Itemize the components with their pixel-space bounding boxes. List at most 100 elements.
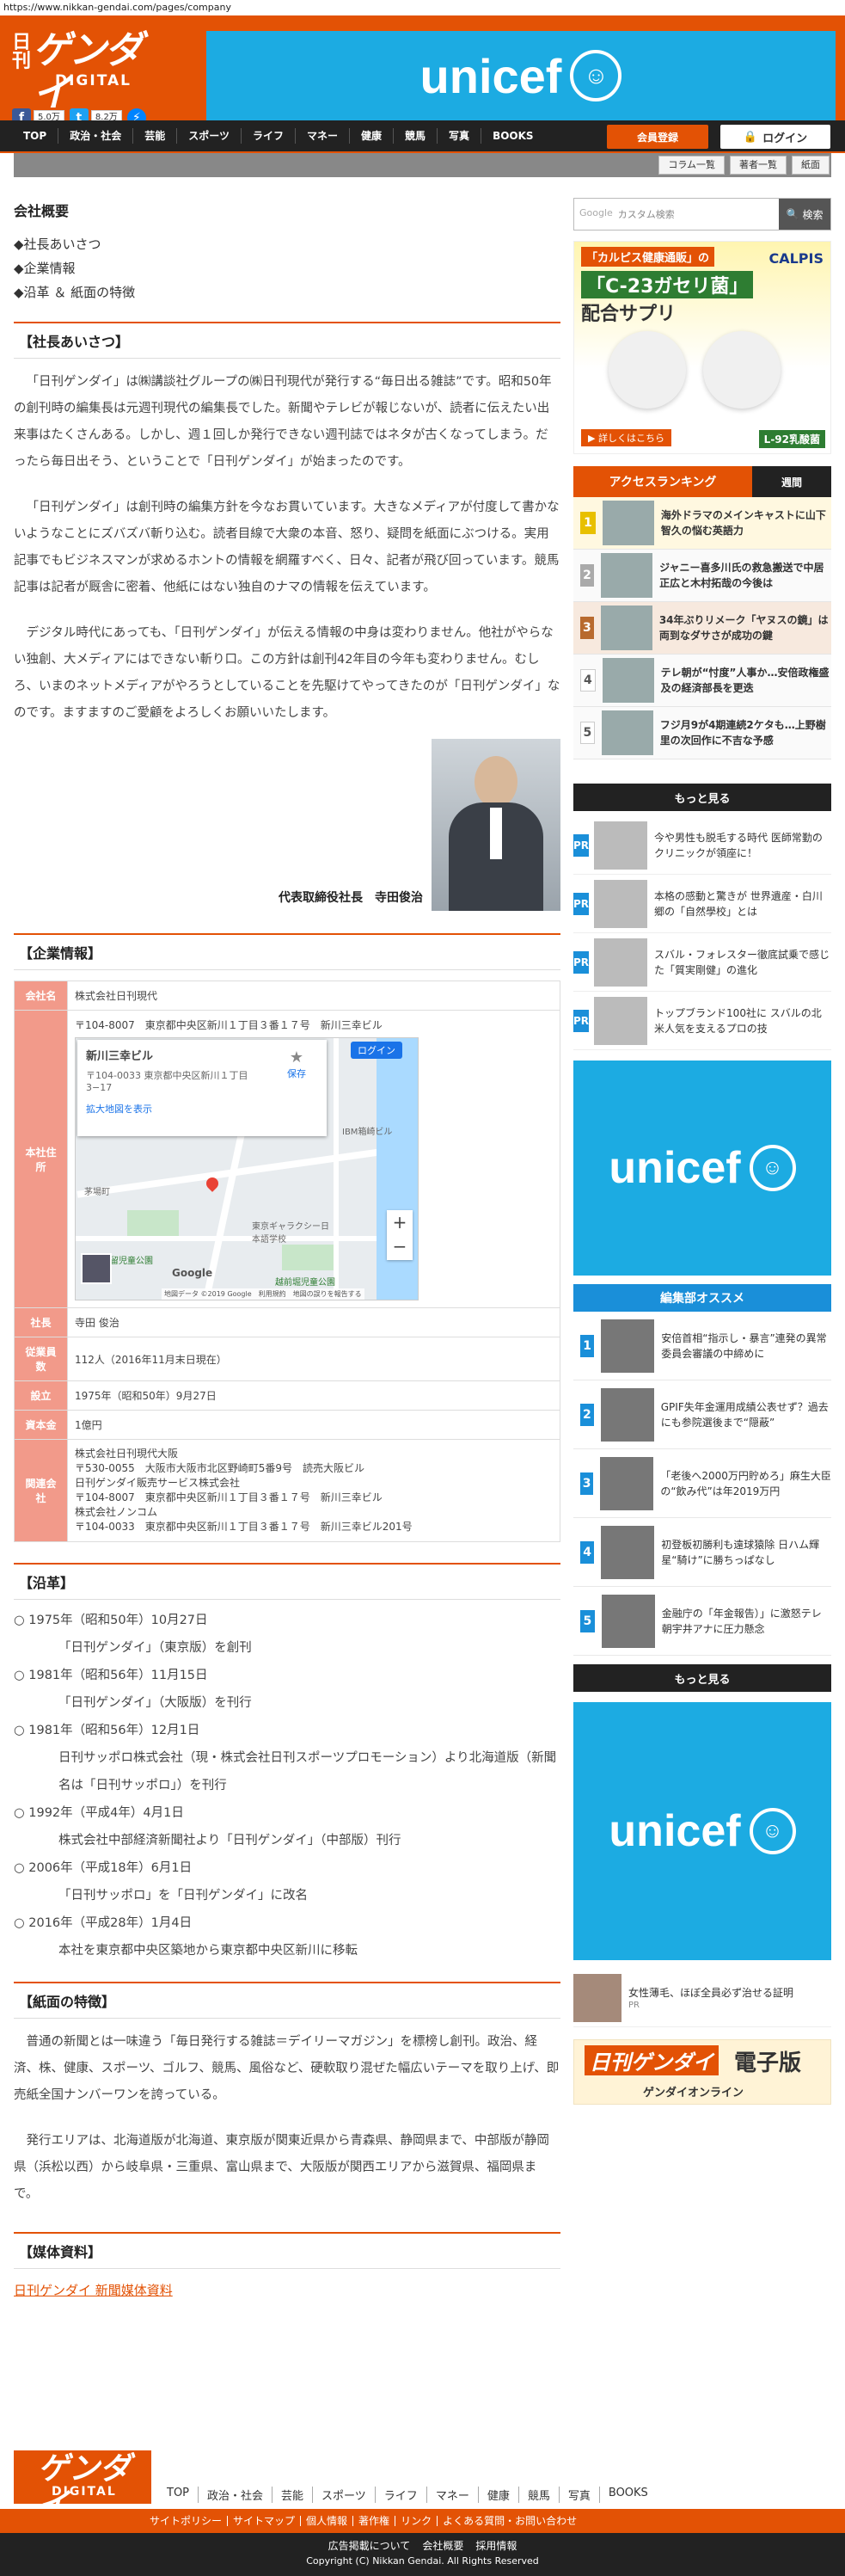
footer-nav-item[interactable]: TOP xyxy=(158,2487,199,2503)
column-list-button[interactable]: コラム一覧 xyxy=(658,156,725,175)
related-line: 株式会社ノンコム xyxy=(75,1506,158,1518)
list-item[interactable]: PR トップブランド100社に スバルの北米人気を支えるプロの技 xyxy=(573,992,831,1050)
footer-nav-item[interactable]: ライフ xyxy=(376,2487,427,2503)
nav-item[interactable]: BOOKS xyxy=(481,128,545,144)
footer-link[interactable]: リンク xyxy=(395,2516,438,2526)
tab-weekly[interactable]: 週間 xyxy=(752,466,831,497)
toc-item-history[interactable]: ◆沿革 ＆ 紙面の特徴 xyxy=(14,280,560,304)
unicef-top-banner[interactable]: unicef ☺ xyxy=(206,31,836,120)
editor-title: 初登板初勝利も遠球猿除 日ハム輝星“騎け”に勝ちっぱなし xyxy=(661,1538,820,1566)
table-row: 本社住所 〒104-8007 東京都中央区新川１丁目３番１７号 新川三幸ビル I… xyxy=(14,1010,560,1308)
unicef-globe-icon: ☺ xyxy=(570,50,622,101)
footer-link[interactable]: 採用情報 xyxy=(475,2538,517,2554)
list-item[interactable]: 2 GPIF失年金運用成績公表せず？過去にも参院選後まで“隠蔽” xyxy=(573,1380,831,1449)
list-item[interactable]: 5 フジ月9が4期連続2ケタも…上野樹里の次回作に不吉な予感 xyxy=(573,707,831,759)
footer-link[interactable]: サイトマップ xyxy=(228,2516,302,2526)
more-editor-button[interactable]: もっと見る xyxy=(573,1664,831,1692)
list-item[interactable]: 1 海外ドラマのメインキャストに山下智久の悩む英語力 xyxy=(573,497,831,550)
thumbnail xyxy=(601,1525,655,1579)
list-item[interactable]: 2 ジャニー喜多川氏の救急搬送で中居正広と木村拓哉の今後は xyxy=(573,550,831,602)
map-zoom-controls[interactable]: + − xyxy=(387,1210,413,1260)
footer-link[interactable]: よくある質問・お問い合わせ xyxy=(438,2516,582,2526)
thumbnail xyxy=(600,1456,654,1510)
map-label: 越前堀児童公園 xyxy=(275,1278,335,1288)
footer-link[interactable]: 個人情報 xyxy=(301,2516,354,2526)
nav-item[interactable]: TOP xyxy=(12,128,59,144)
list-item[interactable]: 4 初登板初勝利も遠球猿除 日ハム輝星“騎け”に勝ちっぱなし xyxy=(573,1518,831,1587)
footer-nav-item[interactable]: 健康 xyxy=(479,2487,519,2503)
thumbnail xyxy=(602,501,654,545)
list-item[interactable]: PR スバル・フォレスター徹底試乗で感じた「質実剛健」の進化 xyxy=(573,933,831,992)
nav-item[interactable]: 競馬 xyxy=(394,128,438,144)
footer-nav-item[interactable]: BOOKS xyxy=(600,2487,657,2503)
map-save-button[interactable]: ★ 保存 xyxy=(287,1048,306,1080)
footer-nav-item[interactable]: 写真 xyxy=(560,2487,600,2503)
search-button[interactable]: 🔍 検索 xyxy=(779,199,830,230)
editor-title: GPIF失年金運用成績公表せず？過去にも参院選後まで“隠蔽” xyxy=(660,1400,829,1429)
list-item[interactable]: 4 テレ朝が“忖度”人事か…安倍政権盛及の経済部長を更迭 xyxy=(573,655,831,707)
unicef-side-ad[interactable]: unicef ☺ xyxy=(573,1061,831,1276)
media-heading: 【媒体資料】 xyxy=(14,2232,560,2269)
footer-nav-item[interactable]: マネー xyxy=(427,2487,479,2503)
footer-logo[interactable]: ゲンダイ DIGITAL xyxy=(14,2450,151,2523)
ebook-banner[interactable]: 日刊ゲンダイ 電子版 ゲンダイオンライン xyxy=(573,2039,831,2105)
list-item[interactable]: PR 今や男性も脱毛する時代 医師常勤のクリニックが領座に！ xyxy=(573,816,831,875)
search-input[interactable]: Google カスタム検索 xyxy=(574,199,779,230)
thumbnail xyxy=(573,1973,622,2022)
row-value: 1億円 xyxy=(67,1410,560,1440)
nav-item[interactable]: スポーツ xyxy=(177,128,242,144)
tab-access-ranking[interactable]: アクセスランキング xyxy=(573,466,752,497)
unicef-side-ad[interactable]: unicef ☺ xyxy=(573,1702,831,1960)
list-item[interactable]: 1 安倍首相“指示し・暴言”連発の異常 委員会審議の中締めに xyxy=(573,1312,831,1380)
footer-nav-item[interactable]: 芸能 xyxy=(272,2487,314,2503)
unicef-globe-icon: ☺ xyxy=(749,1808,796,1854)
site-logo[interactable]: 日刊 ゲンダイ DIGITAL xyxy=(12,28,167,115)
login-button[interactable]: 🔒 ログイン xyxy=(720,125,830,149)
register-button[interactable]: 会員登録 xyxy=(607,125,708,149)
pr-badge: PR xyxy=(573,1009,590,1032)
toc-item-greeting[interactable]: ◆社長あいさつ xyxy=(14,232,560,256)
embedded-map[interactable]: IBM箱崎ビル 東京ギャラクシー日本語学校 堀留児童公園 茅場町 越前堀児童公園… xyxy=(75,1037,419,1300)
footer-nav-item[interactable]: 競馬 xyxy=(519,2487,560,2503)
media-kit-link[interactable]: 日刊ゲンダイ 新聞媒体資料 xyxy=(14,2281,560,2299)
pr-badge: PR xyxy=(573,833,590,857)
footer-nav-item[interactable]: スポーツ xyxy=(313,2487,376,2503)
footer-link[interactable]: 著作権 xyxy=(353,2516,396,2526)
ranking-title: ジャニー喜多川氏の救急搬送で中居正広と木村拓哉の今後は xyxy=(659,562,824,589)
author-list-button[interactable]: 著者一覧 xyxy=(730,156,787,175)
search-brand: Google xyxy=(579,207,613,218)
nav-item[interactable]: ライフ xyxy=(242,128,296,144)
footer-link[interactable]: 会社概要 xyxy=(422,2538,463,2554)
list-item[interactable]: 5 金融庁の「年金報告）」に激怒テレ朝宇井アナに圧力懸念 xyxy=(573,1587,831,1656)
greeting-heading: 【社長あいさつ】 xyxy=(14,322,560,359)
ranking-title: テレ朝が“忖度”人事か…安倍政権盛及の経済部長を更迭 xyxy=(660,667,830,694)
row-value: 寺田 俊治 xyxy=(67,1307,560,1337)
nav-item[interactable]: 写真 xyxy=(438,128,482,144)
supplement-ad[interactable]: 「カルピス健康通販」の 「C-23ガセリ菌」 配合サプリ CALPIS ▶ 詳し… xyxy=(573,241,831,454)
map-enlarge-link[interactable]: 拡大地図を表示 xyxy=(86,1102,318,1116)
toc-item-company[interactable]: ◆企業情報 xyxy=(14,256,560,280)
more-ranking-button[interactable]: もっと見る xyxy=(573,784,831,811)
list-item[interactable]: 3 34年ぶりリメーク「ヤヌスの鏡」は両到なダサさが成功の鍵 xyxy=(573,602,831,655)
footer-link[interactable]: サイトポリシー xyxy=(144,2516,229,2526)
footer-nav-item[interactable]: 政治・社会 xyxy=(199,2487,273,2503)
map-satellite-toggle[interactable] xyxy=(81,1253,112,1284)
nav-item[interactable]: 政治・社会 xyxy=(58,128,134,144)
list-item[interactable]: PR 本格の感動と驚きが 世界遺産・白川郷の「自然學校」とは xyxy=(573,875,831,933)
list-item[interactable]: 3 「老後へ2000万円貯めろ」麻生大臣の“飲み代”は年2019万円 xyxy=(573,1449,831,1518)
footer-links-2: 広告掲載について 会社概要 採用情報 xyxy=(0,2538,845,2554)
history-desc: 「日刊ゲンダイ」（東京版）を創刊 xyxy=(58,1641,252,1655)
list-item[interactable]: 女性薄毛、ほぼ全員必ず治せる証明 PR xyxy=(573,1969,831,2027)
nav-item[interactable]: 健康 xyxy=(350,128,395,144)
map-login-button[interactable]: ログイン xyxy=(351,1042,402,1059)
nav-item[interactable]: 芸能 xyxy=(133,128,178,144)
ranking-tabs: アクセスランキング 週間 xyxy=(573,466,831,497)
history-list: ○ 1975年（昭和50年）10月27日 「日刊ゲンダイ」（東京版）を創刊 ○ … xyxy=(14,1607,560,1964)
paper-button[interactable]: 紙面 xyxy=(792,156,830,175)
related-line: 〒104-8007 東京都中央区新川１丁目３番１７号 新川三幸ビル xyxy=(75,1491,383,1503)
nav-item[interactable]: マネー xyxy=(296,128,351,144)
rank-number: 3 xyxy=(580,1472,594,1495)
features-paragraph: 発行エリアは、北海道版が北海道、東京版が関東近県から青森県、静岡県まで、中部版が… xyxy=(14,2134,549,2201)
president-caption: 代表取締役社長 寺田俊治 xyxy=(279,891,423,905)
footer-link[interactable]: 広告掲載について xyxy=(328,2538,411,2554)
